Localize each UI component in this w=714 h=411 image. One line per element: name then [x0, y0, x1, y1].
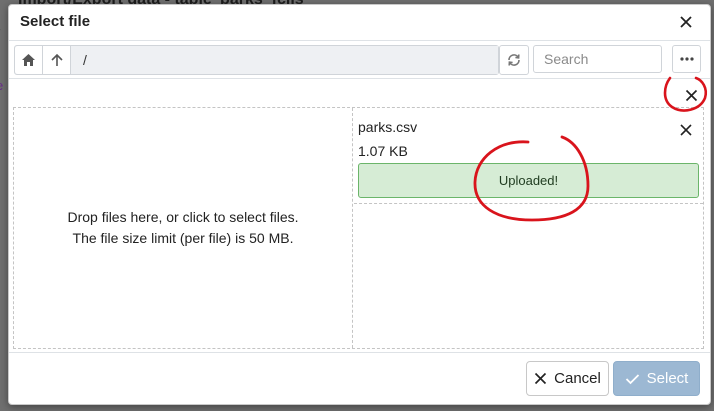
more-options-button[interactable] — [672, 45, 701, 73]
checkmark-icon — [625, 373, 639, 384]
close-upload-panel-button[interactable] — [682, 86, 700, 104]
background-edge-text: e — [0, 78, 3, 93]
close-icon — [535, 372, 547, 385]
dropzone[interactable]: Drop files here, or click to select file… — [14, 108, 353, 348]
ellipsis-icon — [679, 57, 694, 61]
toolbar-divider — [9, 78, 710, 79]
arrow-up-icon — [50, 53, 63, 66]
select-file-dialog: Select file / Search Drop files here, or… — [8, 4, 711, 405]
file-name: parks.csv — [358, 119, 418, 135]
footer-divider — [9, 352, 710, 353]
select-button-label: Select — [646, 370, 689, 387]
close-icon — [680, 124, 692, 136]
cancel-button-label: Cancel — [554, 370, 601, 387]
remove-file-button[interactable] — [678, 122, 694, 138]
list-item: parks.csv 1.07 KB Uploaded! — [354, 108, 703, 204]
dialog-close-button[interactable] — [676, 12, 696, 32]
upload-area: Drop files here, or click to select file… — [13, 107, 704, 349]
uploaded-file-list: parks.csv 1.07 KB Uploaded! — [354, 108, 703, 348]
dialog-header: Select file — [9, 5, 710, 41]
close-icon — [685, 89, 697, 101]
dialog-title: Select file — [20, 13, 91, 30]
upload-status-bar: Uploaded! — [358, 163, 699, 198]
current-path[interactable]: / — [71, 46, 498, 74]
dropzone-instructions: Drop files here, or click to select file… — [67, 209, 299, 225]
file-size: 1.07 KB — [358, 143, 408, 159]
home-button[interactable] — [15, 46, 43, 74]
select-button[interactable]: Select — [613, 361, 700, 396]
close-icon — [680, 16, 692, 28]
dropzone-size-limit: The file size limit (per file) is 50 MB. — [72, 230, 294, 246]
home-icon — [22, 54, 35, 66]
cancel-button[interactable]: Cancel — [526, 361, 609, 396]
file-toolbar: / — [14, 45, 705, 77]
up-directory-button[interactable] — [43, 46, 71, 74]
path-navigation: / — [14, 45, 499, 75]
refresh-icon — [508, 54, 520, 66]
refresh-button[interactable] — [499, 45, 529, 75]
search-input[interactable] — [533, 45, 662, 73]
